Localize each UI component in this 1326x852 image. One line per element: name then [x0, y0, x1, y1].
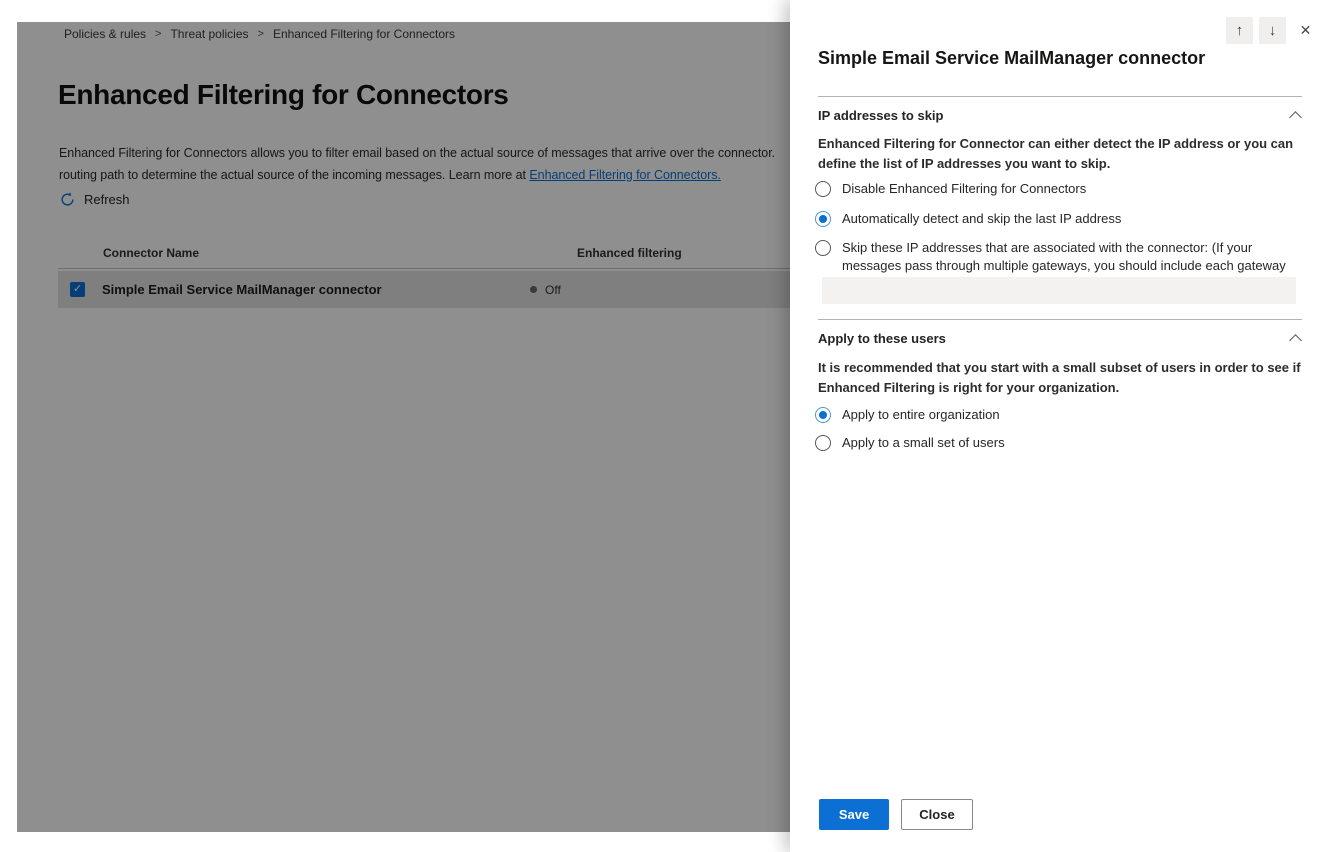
page-description-line2-text: routing path to determine the actual sou…: [59, 168, 529, 182]
chevron-up-icon: [1289, 334, 1302, 347]
radio-icon: [815, 211, 831, 227]
section-header-ip-addresses[interactable]: IP addresses to skip: [818, 108, 1302, 123]
breadcrumb-enhanced-filtering[interactable]: Enhanced Filtering for Connectors: [273, 27, 455, 41]
row-checkbox[interactable]: ✓: [70, 282, 85, 297]
column-header-connector-name[interactable]: Connector Name: [103, 246, 199, 260]
close-button[interactable]: Close: [901, 799, 973, 830]
ip-addresses-input[interactable]: [822, 277, 1296, 304]
arrow-up-icon: ↑: [1236, 22, 1244, 39]
panel-nav: ↑ ↓ ✕: [1226, 17, 1319, 44]
panel-title: Simple Email Service MailManager connect…: [818, 48, 1286, 69]
checkmark-icon: ✓: [73, 282, 82, 297]
radio-label: Apply to entire organization: [842, 406, 1000, 424]
close-panel-button[interactable]: ✕: [1292, 17, 1319, 44]
status-label: Off: [545, 283, 561, 297]
table-header: Connector Name Enhanced filtering: [17, 246, 790, 266]
section-title: Apply to these users: [818, 331, 946, 346]
radio-icon: [815, 407, 831, 423]
breadcrumb: Policies & rules > Threat policies > Enh…: [64, 27, 455, 41]
next-item-button[interactable]: ↓: [1259, 17, 1286, 44]
table-header-divider: [58, 268, 790, 269]
arrow-down-icon: ↓: [1269, 22, 1277, 39]
panel-footer: Save Close: [819, 799, 973, 830]
breadcrumb-policies-rules[interactable]: Policies & rules: [64, 27, 146, 41]
breadcrumb-separator-icon: >: [258, 28, 264, 40]
section-divider: [818, 319, 1302, 320]
connector-name-cell: Simple Email Service MailManager connect…: [102, 282, 382, 297]
refresh-label: Refresh: [84, 192, 130, 207]
refresh-button[interactable]: Refresh: [60, 192, 130, 207]
page-title: Enhanced Filtering for Connectors: [58, 79, 509, 111]
column-header-enhanced-filtering[interactable]: Enhanced filtering: [577, 246, 682, 260]
enhanced-filtering-cell: Off: [530, 283, 561, 297]
radio-disable-enhanced-filtering[interactable]: Disable Enhanced Filtering for Connector…: [815, 180, 1307, 198]
radio-icon: [815, 435, 831, 451]
radio-label: Automatically detect and skip the last I…: [842, 210, 1121, 228]
learn-more-link[interactable]: Enhanced Filtering for Connectors.: [529, 168, 720, 182]
previous-item-button[interactable]: ↑: [1226, 17, 1253, 44]
connector-flyout-panel: ↑ ↓ ✕ Simple Email Service MailManager c…: [790, 0, 1326, 852]
section-title: IP addresses to skip: [818, 108, 944, 123]
radio-auto-detect-skip[interactable]: Automatically detect and skip the last I…: [815, 210, 1307, 228]
page-description-line1: Enhanced Filtering for Connectors allows…: [59, 142, 775, 164]
ip-section-description: Enhanced Filtering for Connector can eit…: [818, 134, 1306, 174]
refresh-icon: [60, 192, 75, 207]
radio-icon: [815, 181, 831, 197]
radio-label: Disable Enhanced Filtering for Connector…: [842, 180, 1086, 198]
table-row[interactable]: ✓ Simple Email Service MailManager conne…: [58, 271, 790, 308]
section-divider: [818, 96, 1302, 97]
radio-label: Apply to a small set of users: [842, 434, 1005, 452]
page-description: Enhanced Filtering for Connectors allows…: [59, 142, 775, 186]
page-description-line2: routing path to determine the actual sou…: [59, 164, 775, 186]
radio-icon: [815, 240, 831, 256]
breadcrumb-separator-icon: >: [155, 28, 161, 40]
section-header-apply-users[interactable]: Apply to these users: [818, 331, 1302, 346]
radio-apply-small-set[interactable]: Apply to a small set of users: [815, 434, 1307, 452]
main-content-area: Policies & rules > Threat policies > Enh…: [17, 22, 790, 832]
chevron-up-icon: [1289, 111, 1302, 124]
save-button[interactable]: Save: [819, 799, 889, 830]
close-icon: ✕: [1300, 22, 1312, 38]
breadcrumb-threat-policies[interactable]: Threat policies: [170, 27, 248, 41]
status-off-dot-icon: [530, 286, 537, 293]
radio-apply-entire-org[interactable]: Apply to entire organization: [815, 406, 1307, 424]
apply-users-description: It is recommended that you start with a …: [818, 358, 1306, 398]
